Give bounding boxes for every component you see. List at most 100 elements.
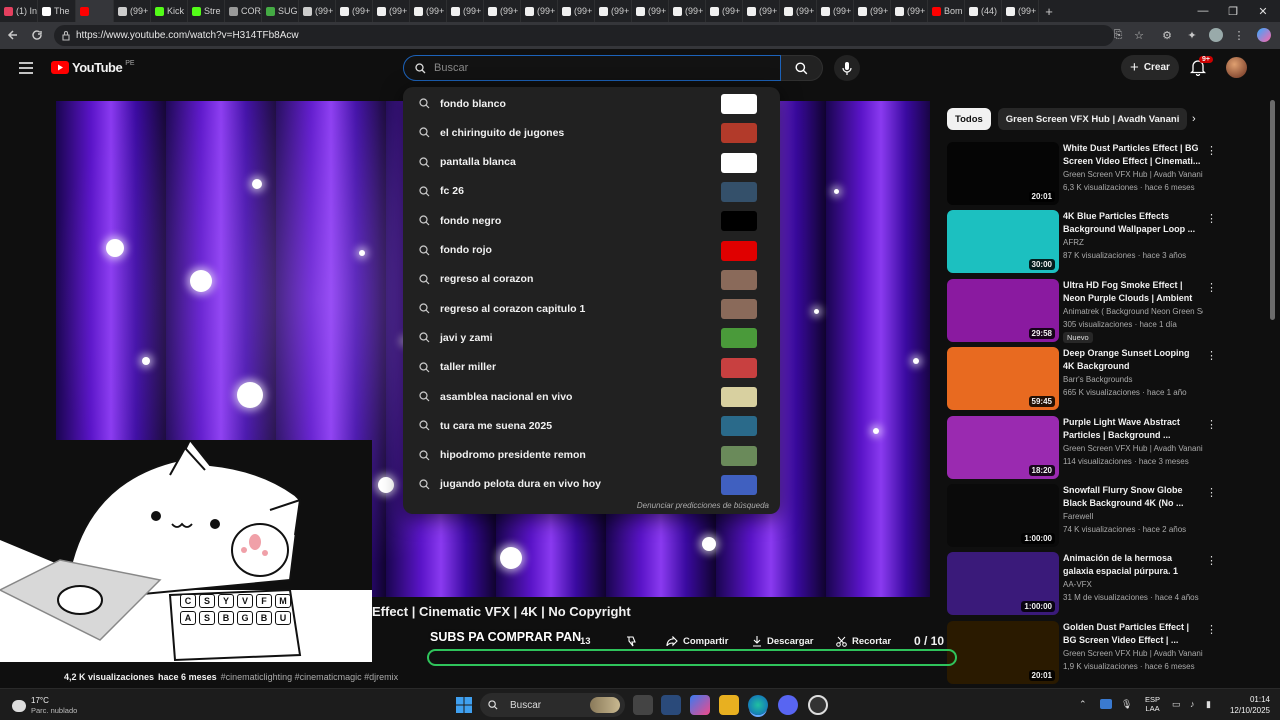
- browser-tab[interactable]: COR: [225, 0, 262, 22]
- browser-tab[interactable]: (99+: [632, 0, 669, 22]
- browser-tab[interactable]: The: [38, 0, 76, 22]
- related-video[interactable]: 20:01 Golden Dust Particles Effect | BG S…: [947, 620, 1217, 685]
- account-avatar[interactable]: [1226, 57, 1247, 78]
- channel-name[interactable]: AA-VFX: [1063, 580, 1203, 589]
- chip-next-arrow-icon[interactable]: ›: [1192, 113, 1196, 125]
- related-video[interactable]: 29:58 Ultra HD Fog Smoke Effect | Neon Pu…: [947, 278, 1217, 343]
- extension-icon[interactable]: ⚙: [1158, 26, 1176, 44]
- more-options-icon[interactable]: ⋮: [1206, 281, 1217, 294]
- more-options-icon[interactable]: ⋮: [1206, 554, 1217, 567]
- browser-tab[interactable]: Kick: [151, 0, 188, 22]
- more-options-icon[interactable]: ⋮: [1206, 623, 1217, 636]
- close-window-button[interactable]: ✕: [1248, 0, 1278, 22]
- video-thumbnail[interactable]: 59:45: [947, 347, 1059, 411]
- browser-tab[interactable]: (99+: [299, 0, 336, 22]
- more-options-icon[interactable]: ⋮: [1206, 349, 1217, 362]
- search-suggestion[interactable]: taller miller: [403, 353, 780, 382]
- site-info-icon[interactable]: [61, 30, 71, 41]
- search-suggestion[interactable]: pantalla blanca: [403, 148, 780, 177]
- browser-tab[interactable]: (99+: [706, 0, 743, 22]
- youtube-logo[interactable]: YouTube PE: [51, 60, 135, 75]
- new-tab-button[interactable]: +: [1039, 4, 1059, 19]
- discord-icon[interactable]: [778, 695, 798, 715]
- extensions-puzzle-icon[interactable]: ✦: [1183, 26, 1201, 44]
- reload-icon[interactable]: [28, 26, 46, 44]
- page-scrollbar[interactable]: [1270, 100, 1275, 320]
- browser-tab[interactable]: (99+: [336, 0, 373, 22]
- search-suggestion[interactable]: fondo blanco: [403, 89, 780, 118]
- browser-tab[interactable]: (99+: [1002, 0, 1039, 22]
- search-suggestion[interactable]: regreso al corazon capitulo 1: [403, 294, 780, 323]
- related-video[interactable]: 18:20 Purple Light Wave Abstract Particle…: [947, 415, 1217, 480]
- browser-tab[interactable]: (99+: [114, 0, 151, 22]
- install-app-icon[interactable]: ⎘: [1109, 26, 1127, 44]
- video-title[interactable]: Animación de la hermosa galaxia espacial…: [1063, 552, 1201, 579]
- search-suggestion[interactable]: fondo rojo: [403, 236, 780, 265]
- browser-tab[interactable]: Stre: [188, 0, 225, 22]
- more-options-icon[interactable]: ⋮: [1206, 212, 1217, 225]
- video-thumbnail[interactable]: 1:00:00: [947, 484, 1059, 547]
- obs-icon[interactable]: [808, 695, 828, 715]
- maximize-button[interactable]: ❐: [1218, 0, 1248, 22]
- related-video[interactable]: 1:00:00 Snowfall Flurry Snow Globe Black …: [947, 484, 1217, 548]
- search-suggestion[interactable]: asamblea nacional en vivo: [403, 382, 780, 411]
- task-view-icon[interactable]: [633, 695, 653, 715]
- search-input[interactable]: [434, 62, 764, 74]
- video-title[interactable]: Ultra HD Fog Smoke Effect | Neon Purple …: [1063, 279, 1201, 306]
- related-video[interactable]: 20:01 White Dust Particles Effect | BG Sc…: [947, 142, 1217, 206]
- microphone-tray-icon[interactable]: 🎙: [1121, 699, 1132, 710]
- store-icon[interactable]: [661, 695, 681, 715]
- search-suggestion[interactable]: tu cara me suena 2025: [403, 411, 780, 440]
- search-suggestion[interactable]: fc 26: [403, 177, 780, 206]
- video-title[interactable]: Snowfall Flurry Snow Globe Black Backgro…: [1063, 484, 1201, 510]
- browser-tab[interactable]: (99+: [743, 0, 780, 22]
- browser-tab[interactable]: (99+: [891, 0, 928, 22]
- channel-name[interactable]: Green Screen VFX Hub | Avadh Vanani: [1063, 170, 1203, 179]
- browser-tab[interactable]: (1) In: [0, 0, 38, 22]
- search-suggestion[interactable]: jugando pelota dura en vivo hoy: [403, 470, 780, 499]
- back-icon[interactable]: [4, 26, 22, 44]
- video-title[interactable]: Golden Dust Particles Effect | BG Screen…: [1063, 621, 1201, 647]
- video-thumbnail[interactable]: 29:58: [947, 278, 1059, 342]
- network-icon[interactable]: ▭: [1172, 699, 1181, 710]
- onedrive-icon[interactable]: [1100, 699, 1112, 709]
- filter-chip[interactable]: Todos: [947, 108, 991, 130]
- windows-start-icon[interactable]: [454, 695, 474, 715]
- more-options-icon[interactable]: ⋮: [1206, 144, 1217, 157]
- weather-widget[interactable]: 17°C Parc. nublado: [12, 696, 77, 716]
- video-title[interactable]: White Dust Particles Effect | BG Screen …: [1063, 142, 1201, 168]
- browser-tab[interactable]: (99+: [595, 0, 632, 22]
- video-thumbnail[interactable]: 20:01: [947, 142, 1059, 205]
- browser-tab[interactable]: (99+: [817, 0, 854, 22]
- video-thumbnail[interactable]: 30:00: [947, 210, 1059, 274]
- more-options-icon[interactable]: ⋮: [1206, 486, 1217, 499]
- channel-name[interactable]: AFRZ: [1063, 238, 1203, 247]
- notifications-button[interactable]: 9+: [1189, 56, 1213, 81]
- video-thumbnail[interactable]: 1:00:00: [947, 552, 1059, 616]
- search-button[interactable]: [781, 55, 823, 81]
- related-video[interactable]: 30:00 4K Blue Particles Effects Backgroun…: [947, 210, 1217, 274]
- browser-tab[interactable]: (99+: [484, 0, 521, 22]
- related-video[interactable]: 1:00:00 Animación de la hermosa galaxia e…: [947, 552, 1217, 616]
- taskbar-search[interactable]: Buscar: [480, 693, 625, 717]
- browser-tab[interactable]: (99+: [780, 0, 817, 22]
- channel-name[interactable]: Farewell: [1063, 512, 1203, 521]
- hashtags[interactable]: #cinematiclighting #cinematicmagic #djre…: [221, 672, 399, 682]
- video-title[interactable]: 4K Blue Particles Effects Background Wal…: [1063, 210, 1201, 236]
- copilot-app-icon[interactable]: [690, 695, 710, 715]
- video-thumbnail[interactable]: 20:01: [947, 620, 1059, 684]
- minimize-button[interactable]: —: [1188, 0, 1218, 22]
- volume-icon[interactable]: ♪: [1190, 699, 1195, 709]
- file-explorer-icon[interactable]: [719, 695, 739, 715]
- search-suggestion[interactable]: el chiringuito de jugones: [403, 118, 780, 147]
- video-description-stats[interactable]: 4,2 K visualizaciones hace 6 meses #cine…: [56, 667, 936, 687]
- filter-chip[interactable]: Green Screen VFX Hub | Avadh Vanani: [997, 108, 1188, 130]
- video-title[interactable]: Deep Orange Sunset Looping 4K Background: [1063, 347, 1201, 373]
- channel-name[interactable]: Barr's Backgrounds: [1063, 375, 1203, 384]
- edge-browser-icon[interactable]: [748, 695, 768, 715]
- search-box[interactable]: [403, 55, 781, 81]
- channel-name[interactable]: Green Screen VFX Hub | Avadh Vanani: [1063, 649, 1203, 658]
- browser-tab[interactable]: (99+: [410, 0, 447, 22]
- browser-tab[interactable]: (44): [965, 0, 1002, 22]
- bookmark-star-icon[interactable]: ☆: [1130, 26, 1148, 44]
